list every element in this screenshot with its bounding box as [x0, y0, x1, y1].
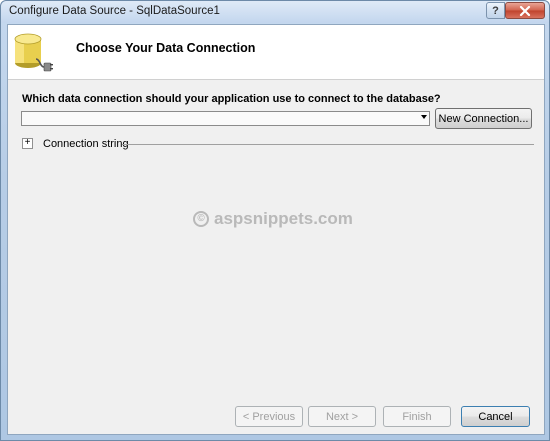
- dropdown-arrow-icon[interactable]: [421, 115, 427, 119]
- database-icon: [14, 33, 53, 72]
- finish-label: Finish: [402, 410, 432, 423]
- dialog-window: Configure Data Source - SqlDataSource1 ?…: [0, 0, 550, 441]
- wizard-header: Choose Your Data Connection: [8, 25, 544, 80]
- watermark-text: aspsnippets.com: [214, 209, 353, 228]
- connection-string-divider: [122, 144, 534, 145]
- help-icon: ?: [492, 4, 499, 17]
- cancel-label: Cancel: [478, 410, 513, 423]
- page-title: Choose Your Data Connection: [76, 41, 256, 55]
- watermark: © aspsnippets.com: [193, 209, 353, 229]
- help-button[interactable]: ?: [486, 2, 505, 19]
- new-connection-label: New Connection...: [438, 112, 529, 125]
- previous-button[interactable]: < Previous: [235, 406, 303, 427]
- cancel-button[interactable]: Cancel: [461, 406, 530, 427]
- window-title: Configure Data Source - SqlDataSource1: [9, 5, 220, 17]
- new-connection-button[interactable]: New Connection...: [435, 108, 532, 129]
- close-button[interactable]: [505, 2, 545, 19]
- dialog-client-area: Choose Your Data Connection Which data c…: [7, 24, 545, 435]
- data-connection-dropdown[interactable]: [21, 111, 430, 126]
- connection-string-expander[interactable]: +: [22, 138, 33, 149]
- previous-label: < Previous: [242, 410, 296, 423]
- close-icon: [519, 5, 531, 16]
- next-label: Next >: [325, 410, 359, 423]
- next-button[interactable]: Next >: [308, 406, 376, 427]
- connection-question-label: Which data connection should your applic…: [22, 93, 441, 105]
- copyright-icon: ©: [193, 211, 209, 227]
- connection-string-label: Connection string: [43, 138, 129, 150]
- expand-plus-icon: +: [24, 137, 31, 148]
- finish-button[interactable]: Finish: [383, 406, 451, 427]
- title-bar[interactable]: Configure Data Source - SqlDataSource1 ?: [1, 1, 549, 23]
